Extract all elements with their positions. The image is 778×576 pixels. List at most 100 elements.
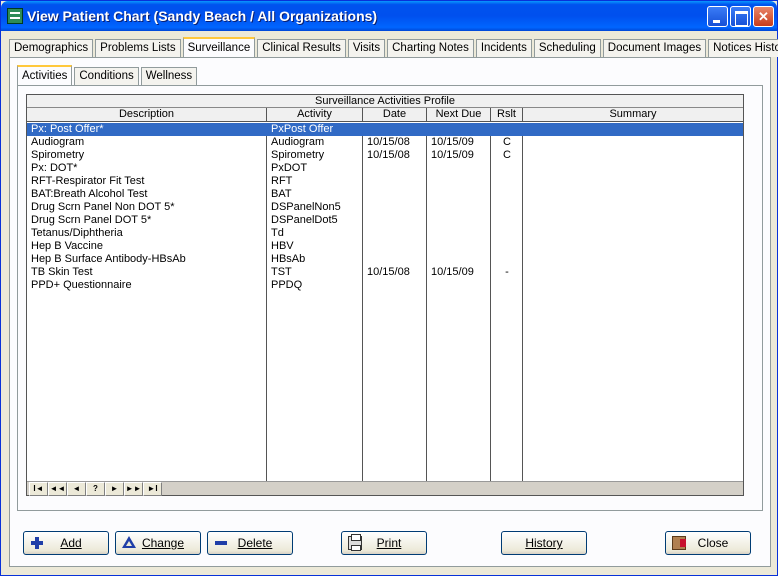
tab-charting-notes[interactable]: Charting Notes xyxy=(387,39,474,57)
cell-summary xyxy=(523,279,743,292)
cell-rslt: C xyxy=(503,149,511,161)
table-row[interactable]: BAT:Breath Alcohol Test BAT xyxy=(27,188,743,201)
cell-description: RFT-Respirator Fit Test xyxy=(31,175,145,187)
last-record-button[interactable]: ►I xyxy=(143,482,162,496)
tab-demographics[interactable]: Demographics xyxy=(9,39,94,57)
cell-summary xyxy=(523,175,743,188)
prior-record-button[interactable]: ◄ xyxy=(67,482,86,496)
cell-description: BAT:Breath Alcohol Test xyxy=(31,188,148,200)
cell-summary xyxy=(523,266,743,279)
column-header-activity[interactable]: Activity xyxy=(267,108,363,122)
cell-activity: Td xyxy=(271,227,284,239)
close-button[interactable]: Close xyxy=(665,531,751,555)
cell-date xyxy=(363,253,427,266)
minimize-button[interactable] xyxy=(707,6,728,27)
patient-chart-window: View Patient Chart (Sandy Beach / All Or… xyxy=(0,0,778,576)
table-row[interactable]: Px: DOT* PxDOT xyxy=(27,162,743,175)
tab-surveillance[interactable]: Surveillance xyxy=(182,37,256,57)
cell-rslt xyxy=(491,162,523,175)
column-header-next-due[interactable]: Next Due xyxy=(427,108,491,122)
cell-description: TB Skin Test xyxy=(31,266,93,278)
delete-button[interactable]: Delete xyxy=(207,531,293,555)
cell-rslt xyxy=(491,240,523,253)
table-row[interactable]: Drug Scrn Panel Non DOT 5* DSPanelNon5 xyxy=(27,201,743,214)
plus-icon xyxy=(30,536,44,550)
cell-description: Drug Scrn Panel DOT 5* xyxy=(31,214,152,226)
cell-next-due xyxy=(427,227,491,240)
tab-activities[interactable]: Activities xyxy=(17,65,73,85)
table-row[interactable]: Tetanus/Diphtheria Td xyxy=(27,227,743,240)
tab-notices-history[interactable]: Notices History xyxy=(708,39,778,57)
cell-description: Tetanus/Diphtheria xyxy=(31,227,123,239)
column-header-summary[interactable]: Summary xyxy=(523,108,743,122)
cell-summary xyxy=(523,253,743,266)
search-record-button[interactable]: ? xyxy=(86,482,105,496)
table-row[interactable]: PPD+ Questionnaire PPDQ xyxy=(27,279,743,292)
grid-title: Surveillance Activities Profile xyxy=(27,95,743,108)
column-header-date[interactable]: Date xyxy=(363,108,427,122)
cell-date xyxy=(363,188,427,201)
next-record-button[interactable]: ► xyxy=(105,482,124,496)
table-row[interactable]: Spirometry Spirometry 10/15/08 10/15/09 C xyxy=(27,149,743,162)
tab-clinical-results[interactable]: Clinical Results xyxy=(257,39,346,57)
printer-icon xyxy=(348,534,362,551)
close-label: Close xyxy=(697,536,729,550)
cell-activity: HBsAb xyxy=(271,253,306,265)
cell-summary xyxy=(523,188,743,201)
table-row[interactable]: RFT-Respirator Fit Test RFT xyxy=(27,175,743,188)
cell-description: Hep B Surface Antibody-HBsAb xyxy=(31,253,186,265)
tab-conditions[interactable]: Conditions xyxy=(74,67,139,85)
table-row[interactable]: TB Skin Test TST 10/15/08 10/15/09 - xyxy=(27,266,743,279)
door-exit-icon xyxy=(672,536,686,550)
close-window-button[interactable] xyxy=(753,6,774,27)
first-record-button[interactable]: I◄ xyxy=(29,482,48,496)
tab-scheduling[interactable]: Scheduling xyxy=(533,39,601,57)
cell-date: 10/15/08 xyxy=(367,149,410,161)
table-row[interactable]: Audiogram Audiogram 10/15/08 10/15/09 C xyxy=(27,136,743,149)
tab-wellness[interactable]: Wellness xyxy=(140,67,198,85)
maximize-button[interactable] xyxy=(730,6,751,27)
cell-date xyxy=(363,123,427,136)
prior-page-button[interactable]: ◄◄ xyxy=(48,482,67,496)
tab-incidents[interactable]: Incidents xyxy=(475,39,532,57)
cell-summary xyxy=(523,227,743,240)
print-label: Print xyxy=(376,536,402,550)
cell-next-due xyxy=(427,253,491,266)
cell-summary xyxy=(523,136,743,149)
cell-date xyxy=(363,201,427,214)
cell-date xyxy=(363,279,427,292)
change-label: Change xyxy=(141,536,185,550)
tab-problems-lists[interactable]: Problems Lists xyxy=(95,39,181,57)
table-row[interactable]: Hep B Vaccine HBV xyxy=(27,240,743,253)
history-button[interactable]: History xyxy=(501,531,587,555)
table-row[interactable]: Drug Scrn Panel DOT 5* DSPanelDot5 xyxy=(27,214,743,227)
tab-visits[interactable]: Visits xyxy=(347,39,386,57)
cell-summary xyxy=(523,149,743,162)
cell-date xyxy=(363,227,427,240)
cell-next-due xyxy=(427,188,491,201)
cell-next-due xyxy=(427,175,491,188)
print-button[interactable]: Print xyxy=(341,531,427,555)
column-header-rslt[interactable]: Rslt xyxy=(491,108,523,122)
tab-document-images[interactable]: Document Images xyxy=(602,39,707,57)
change-button[interactable]: Change xyxy=(115,531,201,555)
title-bar[interactable]: View Patient Chart (Sandy Beach / All Or… xyxy=(1,1,777,31)
column-header-description[interactable]: Description xyxy=(27,108,267,122)
cell-activity: PPDQ xyxy=(271,279,303,291)
sub-tab-strip: Activities Conditions Wellness xyxy=(17,63,199,85)
cell-next-due: 10/15/09 xyxy=(431,136,474,148)
cell-next-due xyxy=(427,214,491,227)
cell-description: Hep B Vaccine xyxy=(31,240,103,252)
cell-activity: HBV xyxy=(271,240,294,252)
cell-rslt xyxy=(491,253,523,266)
cell-next-due xyxy=(427,123,491,136)
triangle-icon xyxy=(122,536,136,548)
add-button[interactable]: Add xyxy=(23,531,109,555)
cell-summary xyxy=(523,240,743,253)
table-row[interactable]: Hep B Surface Antibody-HBsAb HBsAb xyxy=(27,253,743,266)
cell-next-due xyxy=(427,279,491,292)
cell-activity: PxPost Offer xyxy=(271,123,334,135)
next-page-button[interactable]: ►► xyxy=(124,482,143,496)
cell-activity: TST xyxy=(271,266,292,278)
table-row[interactable]: Px: Post Offer* PxPost Offer xyxy=(27,123,743,136)
